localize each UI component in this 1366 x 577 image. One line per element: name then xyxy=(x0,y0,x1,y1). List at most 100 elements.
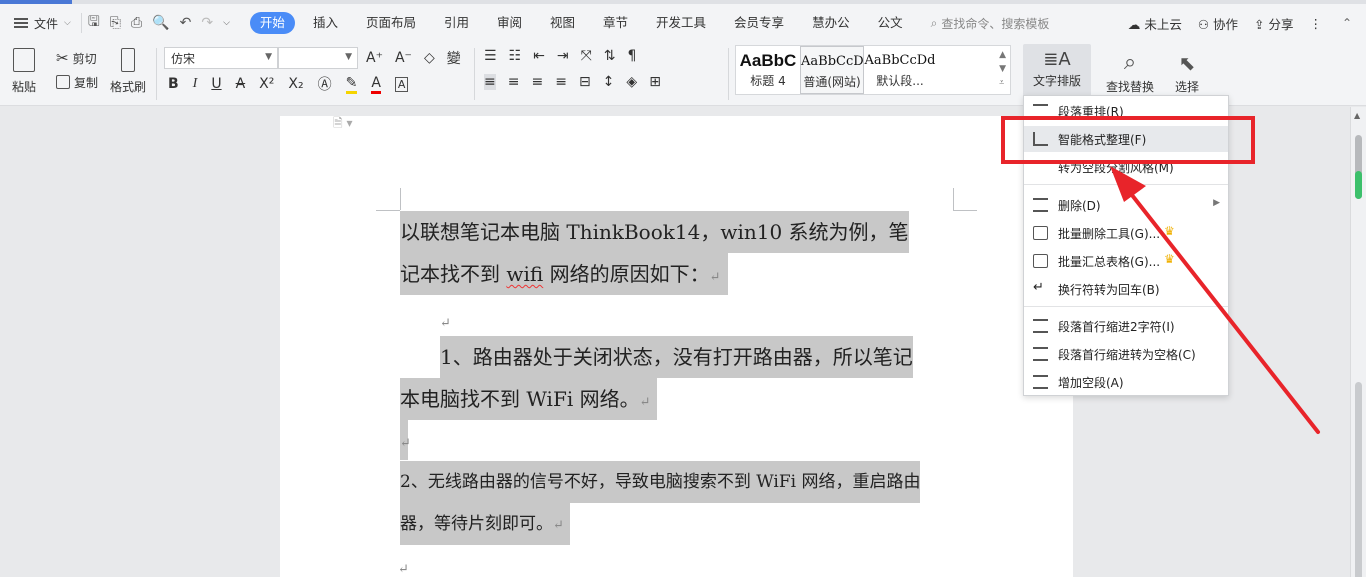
menu-item-linebreak-to-return[interactable]: ↵ 换行符转为回车(B) xyxy=(1024,276,1228,302)
italic-icon[interactable]: I xyxy=(193,76,198,92)
search-icon: ⌕ xyxy=(930,15,938,30)
tab-references[interactable]: 引用 xyxy=(430,12,483,34)
cloud-status-button[interactable]: ☁ 未上云 xyxy=(1128,14,1182,33)
tab-insert[interactable]: 插入 xyxy=(299,12,352,34)
tab-section[interactable]: 章节 xyxy=(589,12,642,34)
undo-icon[interactable]: ↶ xyxy=(180,15,192,31)
menu-item-label: 批量汇总表格(G)... xyxy=(1058,255,1161,269)
indent-to-space-icon xyxy=(1033,347,1048,361)
export-pdf-icon[interactable]: ⎘ xyxy=(110,15,121,31)
underline-icon[interactable]: U xyxy=(211,76,221,92)
print-icon[interactable]: ⎙ xyxy=(131,15,142,31)
select-button[interactable]: ⬉ 选择 xyxy=(1175,48,1199,95)
menu-item-batch-delete[interactable]: 批量删除工具(G)... ♛ xyxy=(1024,220,1228,246)
justify-icon[interactable]: ≡ xyxy=(555,74,567,90)
doc-empty-line: ↵ xyxy=(400,420,411,460)
align-center-icon[interactable]: ≡ xyxy=(508,74,520,90)
menu-bar: 文件 ⌵ 🖫 ⎘ ⎙ 🔍 ↶ ↷ ⌵ 开始 插入 页面布局 引用 审阅 视图 章… xyxy=(0,4,1366,42)
text-layout-button[interactable]: ≣A 文字排版 xyxy=(1023,44,1091,96)
copy-label: 复制 xyxy=(74,75,99,90)
quick-access-toolbar: 🖫 ⎘ ⎙ 🔍 ↶ ↷ ⌵ xyxy=(80,11,236,35)
decrease-font-icon[interactable]: A⁻ xyxy=(395,50,412,66)
show-marks-icon[interactable]: ¶ xyxy=(628,48,637,64)
text-effect-icon[interactable]: Ⓐ xyxy=(318,74,332,94)
font-size-select[interactable]: ▼ xyxy=(278,47,358,69)
borders-icon[interactable]: ⊞ xyxy=(649,74,661,90)
tab-official-doc[interactable]: 公文 xyxy=(864,12,917,34)
summary-table-icon xyxy=(1033,254,1048,268)
font-name-select[interactable]: 仿宋 ▼ xyxy=(164,47,278,69)
tab-developer[interactable]: 开发工具 xyxy=(642,12,720,34)
save-icon[interactable]: 🖫 xyxy=(88,11,100,35)
highlight-color-icon[interactable]: ✎ xyxy=(345,75,358,94)
share-button[interactable]: ⇪ 分享 xyxy=(1254,14,1293,33)
subscript-icon[interactable]: X₂ xyxy=(288,76,303,92)
copy-button[interactable]: 复制 xyxy=(56,70,98,94)
tab-page-layout[interactable]: 页面布局 xyxy=(352,12,430,34)
menu-item-delete[interactable]: 删除(D) ▶ xyxy=(1024,192,1228,218)
paste-label: 粘贴 xyxy=(12,80,37,94)
menu-separator xyxy=(1024,184,1228,185)
tab-member[interactable]: 会员专享 xyxy=(720,12,798,34)
decrease-indent-icon[interactable]: ⇤ xyxy=(533,48,545,64)
font-color-icon[interactable]: A xyxy=(371,75,381,94)
distribute-icon[interactable]: ⊟ xyxy=(579,74,591,90)
customize-toolbar-icon[interactable]: ⌵ xyxy=(223,18,230,28)
menu-item-label: 段落首行缩进转为空格(C) xyxy=(1058,348,1196,362)
find-replace-button[interactable]: ⌕ 查找替换 xyxy=(1106,48,1154,95)
numbered-list-icon[interactable]: ☷ xyxy=(509,48,522,64)
character-border-icon[interactable]: A xyxy=(394,76,409,92)
separator xyxy=(728,48,729,100)
menu-item-indent-2-chars[interactable]: 段落首行缩进2字符(I) xyxy=(1024,313,1228,339)
print-preview-icon[interactable]: 🔍 xyxy=(152,15,169,31)
more-options-icon[interactable]: ⋮ xyxy=(1310,16,1323,31)
file-menu-button[interactable]: 文件 ⌵ xyxy=(0,4,81,42)
annotation-highlight-box xyxy=(1001,116,1255,164)
clipboard-icon xyxy=(13,48,35,72)
find-replace-label: 查找替换 xyxy=(1106,80,1155,94)
bullet-list-icon[interactable]: ☰ xyxy=(484,48,497,64)
cut-button[interactable]: ✂ 剪切 xyxy=(56,46,98,70)
menu-item-label: 段落首行缩进2字符(I) xyxy=(1058,320,1175,334)
shading-icon[interactable]: ◈ xyxy=(626,74,637,90)
vertical-scrollbar[interactable]: ▲ xyxy=(1350,107,1366,577)
first-line-indent-icon xyxy=(1033,319,1048,333)
collapse-ribbon-icon[interactable]: ⌃ xyxy=(1342,16,1352,30)
redo-icon[interactable]: ↷ xyxy=(201,15,213,31)
format-painter-button[interactable]: 格式刷 xyxy=(110,48,146,95)
tab-view[interactable]: 视图 xyxy=(536,12,589,34)
style-heading4[interactable]: AaBbC 标题 4 xyxy=(736,46,800,94)
collaborate-button[interactable]: ⚇ 协作 xyxy=(1198,14,1238,33)
strikethrough-icon[interactable]: A xyxy=(236,76,246,92)
sort-icon[interactable]: ⇅ xyxy=(604,48,616,64)
submenu-arrow-icon: ▶ xyxy=(1213,198,1220,208)
clear-format-icon[interactable]: ◇ xyxy=(424,50,435,66)
menu-item-indent-to-spaces[interactable]: 段落首行缩进转为空格(C) xyxy=(1024,341,1228,367)
tab-smart-office[interactable]: 慧办公 xyxy=(798,12,864,34)
paragraph-handle-icon[interactable]: 🗎 ▾ xyxy=(333,114,353,135)
phonetic-guide-icon[interactable]: 變 xyxy=(447,48,461,68)
paragraph-mark: ↵ xyxy=(398,562,409,577)
command-search[interactable]: ⌕ 查找命令、搜索模板 xyxy=(931,15,1050,32)
increase-font-icon[interactable]: A⁺ xyxy=(366,50,383,66)
align-left-icon[interactable]: ≡ xyxy=(484,74,496,90)
style-name: 普通(网站) xyxy=(803,75,861,89)
styles-scroll[interactable]: ▲ ▼ ⩡ xyxy=(999,48,1006,90)
align-right-icon[interactable]: ≡ xyxy=(531,74,543,90)
chinese-layout-icon[interactable]: ⤧ xyxy=(581,48,592,64)
tab-home[interactable]: 开始 xyxy=(249,12,295,34)
paste-button[interactable]: 粘贴 xyxy=(12,48,36,95)
superscript-icon[interactable]: X² xyxy=(259,76,274,92)
bold-icon[interactable]: B xyxy=(168,76,179,92)
hamburger-icon xyxy=(14,18,28,28)
menu-item-add-empty-para[interactable]: 增加空段(A) xyxy=(1024,369,1228,395)
scrollbar-track-thumb[interactable] xyxy=(1355,382,1362,577)
crown-icon: ♛ xyxy=(1164,252,1175,266)
style-normal-web[interactable]: AaBbCcD 普通(网站) xyxy=(800,46,864,94)
line-spacing-icon[interactable]: ↕ xyxy=(603,74,615,90)
increase-indent-icon[interactable]: ⇥ xyxy=(557,48,569,64)
tab-review[interactable]: 审阅 xyxy=(483,12,536,34)
scroll-up-icon[interactable]: ▲ xyxy=(1354,111,1360,120)
style-default-paragraph[interactable]: AaBbCcDd 默认段... xyxy=(864,46,936,94)
menu-item-batch-summary[interactable]: 批量汇总表格(G)... ♛ xyxy=(1024,248,1228,274)
